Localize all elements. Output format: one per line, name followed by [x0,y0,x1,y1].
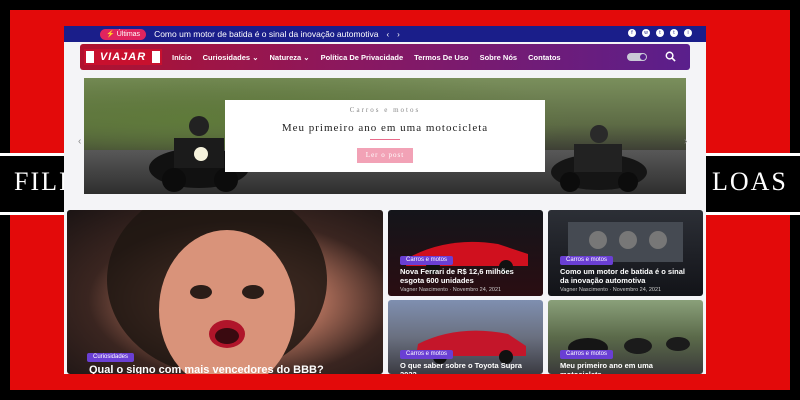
nav-item-contatos[interactable]: Contatos [528,53,561,62]
category-badge[interactable]: Carros e motos [400,350,454,359]
post-title[interactable]: Nova Ferrari de R$ 12,6 milhões esgota 6… [400,267,535,285]
nav-item-natureza-label: Natureza [269,52,302,62]
post-title[interactable]: Meu primeiro ano em uma motocicleta [560,361,695,374]
ticker-arrows: ‹ › [387,30,400,39]
post-card-large[interactable]: Curiosidades Qual o signo com mais vence… [67,210,383,374]
ticker-next-button[interactable]: › [397,30,400,39]
telegram-icon[interactable]: t [656,29,664,37]
latest-badge-label: Últimas [116,30,141,38]
chevron-down-icon: ⌄ [303,52,310,62]
post-image [107,210,327,374]
main-navbar: VIAJAR Início Curiosidades ⌄ Natureza ⌄ … [80,44,690,70]
post-card[interactable]: Carros e motos Como um motor de batida é… [548,210,703,296]
motorcycle-rider-image [551,125,647,192]
hero-divider [370,139,400,140]
search-icon[interactable] [665,51,676,62]
post-title[interactable]: O que saber sobre o Toyota Supra 2022 [400,361,535,374]
instagram-icon[interactable]: i [684,29,692,37]
category-badge[interactable]: Carros e motos [400,256,454,265]
hero-category[interactable]: Carros e motos [225,106,545,114]
site-logo-text: VIAJAR [93,51,153,63]
hero-post-card: Carros e motos Meu primeiro ano em uma m… [225,100,545,172]
hero-prev-button[interactable]: ‹ [78,136,81,147]
dark-mode-toggle[interactable] [627,53,647,61]
read-post-button[interactable]: Ler o post [357,148,413,163]
post-meta: Vagner Nascimento · Novembro 24, 2021 [400,287,502,293]
category-badge[interactable]: Carros e motos [560,256,614,265]
whatsapp-icon[interactable]: w [642,29,650,37]
news-ticker[interactable]: Como um motor de batida é o sinal da ino… [154,29,378,39]
chevron-down-icon: ⌄ [252,52,259,62]
ticker-prev-button[interactable]: ‹ [387,30,390,39]
band-text-left: FILI [14,167,70,196]
category-badge[interactable]: Curiosidades [87,353,135,362]
nav-menu: Início Curiosidades ⌄ Natureza ⌄ Polític… [172,53,561,62]
post-card[interactable]: Carros e motos O que saber sobre o Toyot… [388,300,543,374]
nav-item-curiosidades[interactable]: Curiosidades ⌄ [203,53,259,62]
lightning-icon: ⚡ [106,30,115,38]
top-bar: ⚡ Últimas Como um motor de batida é o si… [64,26,706,42]
latest-badge[interactable]: ⚡ Últimas [100,28,147,40]
hero-title[interactable]: Meu primeiro ano em uma motocicleta [225,122,545,134]
post-title[interactable]: Qual o signo com mais vencedores do BBB? [89,364,379,374]
post-card[interactable]: Carros e motos Nova Ferrari de R$ 12,6 m… [388,210,543,296]
nav-item-sobre[interactable]: Sobre Nós [480,53,518,62]
site-logo[interactable]: VIAJAR [84,49,162,65]
post-card[interactable]: Carros e motos Meu primeiro ano em uma m… [548,300,703,374]
twitter-icon[interactable]: t [670,29,678,37]
nav-item-curiosidades-label: Curiosidades [202,52,251,62]
hero-next-button[interactable]: › [684,136,687,147]
facebook-icon[interactable]: f [628,29,636,37]
website-window: ⚡ Últimas Como um motor de batida é o si… [64,26,706,374]
post-meta: Vagner Nascimento · Novembro 24, 2021 [560,287,662,293]
band-text-right: LOAS [712,167,788,196]
nav-item-natureza[interactable]: Natureza ⌄ [270,53,310,62]
hero-slider[interactable]: Carros e motos Meu primeiro ano em uma m… [84,78,686,194]
nav-item-termos[interactable]: Termos De Uso [414,53,468,62]
social-icons: f w t t i [628,29,692,37]
nav-item-politica[interactable]: Política De Privacidade [321,53,404,62]
post-title[interactable]: Como um motor de batida é o sinal da ino… [560,267,695,285]
nav-item-inicio[interactable]: Início [172,53,192,62]
category-badge[interactable]: Carros e motos [560,350,614,359]
